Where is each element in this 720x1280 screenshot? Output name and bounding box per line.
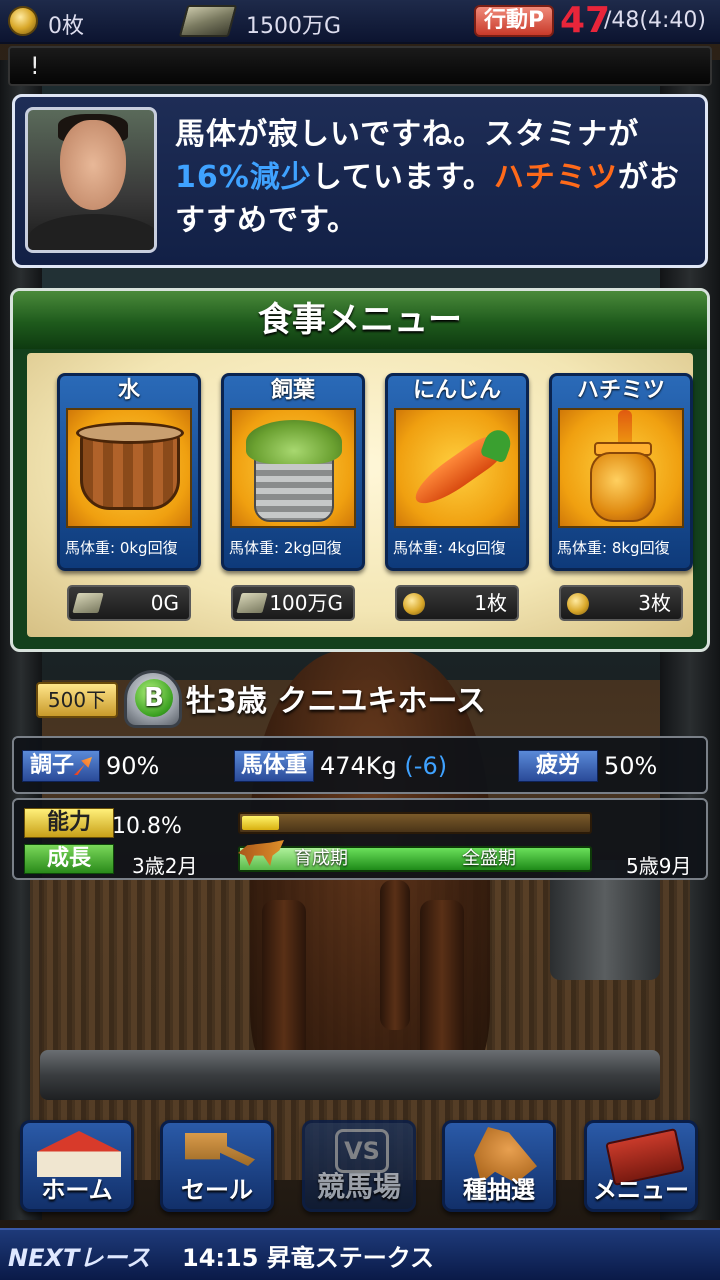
nav-menu-label: メニュー: [593, 1176, 689, 1204]
advisor-text: 馬体が寂しいですね。スタミナが16%減少しています。ハチミツがおすすめです。: [175, 113, 700, 242]
condition-label-text: 調子: [29, 753, 74, 778]
condition-label: 調子: [22, 750, 100, 782]
coin-icon: [567, 593, 589, 615]
food-weight: 馬体重: 0kg回復: [65, 539, 178, 557]
growth-phase-2: 全盛期: [462, 848, 516, 869]
food-menu-title: 食事メニュー: [13, 291, 707, 349]
coin-icon: [403, 593, 425, 615]
money-icon: [72, 593, 104, 613]
food-name: にんじん: [412, 378, 501, 403]
body-weight-value: 474Kg (-6): [320, 752, 447, 780]
ability-value: 10.8%: [112, 814, 182, 839]
growth-start-age: 3歳2月: [132, 854, 198, 878]
coin-icon: [8, 6, 38, 36]
condition-value: 90%: [106, 752, 160, 780]
advisor-message-box[interactable]: 馬体が寂しいですね。スタミナが16%減少しています。ハチミツがおすすめです。: [12, 94, 708, 268]
growth-panel: 能力 10.8% 成長 3歳2月 育成期 全盛期 5歳9月: [12, 798, 708, 880]
food-card-carrot[interactable]: にんじん 馬体重: 4kg回復: [385, 373, 529, 571]
food-weight: 馬体重: 2kg回復: [229, 539, 342, 557]
advisor-text-item: ハチミツ: [493, 160, 618, 195]
jar-shape: [590, 452, 656, 522]
food-weight: 馬体重: 8kg回復: [557, 539, 670, 557]
nav-stud-button[interactable]: 種抽選: [442, 1120, 556, 1212]
food-card-hay[interactable]: 飼葉 馬体重: 2kg回復: [221, 373, 365, 571]
advisor-text-part: しています。: [311, 160, 494, 195]
ability-progress-fill: [242, 816, 279, 830]
food-name: 飼葉: [270, 378, 315, 403]
nav-race-label: 競馬場: [316, 1170, 401, 1203]
food-menu-panel: 食事メニュー 水 馬体重: 0kg回復 0G 飼葉 馬体重: 2kg回復 100…: [10, 288, 710, 652]
grass-shape: [246, 420, 342, 464]
trend-up-icon: [74, 757, 92, 775]
carrot-icon: [394, 408, 520, 528]
nav-home-button[interactable]: ホーム: [20, 1120, 134, 1212]
horse-stats-row: 調子 90% 馬体重 474Kg (-6) 疲労 50%: [12, 736, 708, 794]
info-ticker[interactable]: !: [8, 46, 712, 86]
nav-home-label: ホーム: [41, 1176, 113, 1204]
action-points-label: 行動P: [474, 5, 554, 37]
grade-badge-icon: B: [124, 670, 182, 728]
money-icon: [236, 593, 268, 613]
honey-jar-icon: [558, 408, 684, 528]
portrait-shoulders: [28, 214, 154, 250]
status-bar: 0枚 1500万G 行動P 47 /48(4:40): [0, 0, 720, 44]
action-points-max: /48(4:40): [604, 8, 706, 33]
food-price-hay: 100万G: [231, 585, 355, 621]
nav-sale-button[interactable]: セール: [160, 1120, 274, 1212]
growth-end-age: 5歳9月: [626, 854, 692, 878]
food-card-water[interactable]: 水 馬体重: 0kg回復: [57, 373, 201, 571]
bucket-rim: [76, 422, 184, 444]
portrait-face: [60, 120, 126, 210]
price-text: 1枚: [474, 591, 507, 615]
fatigue-label: 疲労: [518, 750, 598, 782]
hay-pail-icon: [230, 408, 356, 528]
race-class-badge: 500下: [36, 682, 118, 718]
price-text: 0G: [150, 591, 179, 615]
water-bucket-icon: [66, 408, 192, 528]
horse-name: 牡3歳 クニユキホース: [186, 684, 486, 719]
ticker-text: !: [30, 52, 40, 80]
food-price-water: 0G: [67, 585, 191, 621]
body-weight-label: 馬体重: [234, 750, 314, 782]
grade-letter: B: [135, 679, 173, 717]
ability-label: 能力: [24, 808, 114, 838]
horse-leg: [380, 880, 410, 1030]
nav-race-button[interactable]: VS 競馬場: [302, 1120, 416, 1212]
price-text: 3枚: [638, 591, 671, 615]
food-price-carrot: 1枚: [395, 585, 519, 621]
growth-progress-bar: 育成期 全盛期: [238, 846, 592, 872]
coin-count: 0枚: [48, 14, 84, 39]
food-name: ハチミツ: [576, 378, 665, 403]
food-price-honey: 3枚: [559, 585, 683, 621]
food-weight: 馬体重: 4kg回復: [393, 539, 506, 557]
money-amount: 1500万G: [246, 14, 342, 39]
stall-rail: [40, 1050, 660, 1100]
body-weight-delta: (-6): [404, 752, 448, 780]
growth-phase-1: 育成期: [294, 848, 348, 869]
food-card-honey[interactable]: ハチミツ 馬体重: 8kg回復: [549, 373, 693, 571]
price-text: 100万G: [269, 591, 343, 615]
nav-sale-label: セール: [181, 1176, 253, 1204]
advisor-text-stat: 16%減少: [175, 160, 312, 195]
food-menu-body: 水 馬体重: 0kg回復 0G 飼葉 馬体重: 2kg回復 100万G にんじん: [27, 353, 693, 637]
nav-menu-button[interactable]: メニュー: [584, 1120, 698, 1212]
body-weight-number: 474Kg: [320, 752, 397, 780]
action-points-value: 47: [560, 0, 611, 41]
next-race-info: 14:15 昇竜ステークス: [182, 1244, 435, 1272]
ability-progress-bar: [238, 812, 592, 834]
money-icon: [178, 5, 238, 37]
advisor-portrait: [25, 107, 157, 253]
fatigue-value: 50%: [604, 752, 658, 780]
advisor-text-part: 馬体が寂しいですね。スタミナが: [175, 117, 640, 152]
nav-stud-label: 種抽選: [463, 1176, 535, 1204]
next-race-label: NEXTレース: [8, 1244, 151, 1272]
growth-label: 成長: [24, 844, 114, 874]
food-name: 水: [117, 378, 140, 403]
next-race-bar[interactable]: NEXTレース 14:15 昇竜ステークス: [0, 1228, 720, 1280]
